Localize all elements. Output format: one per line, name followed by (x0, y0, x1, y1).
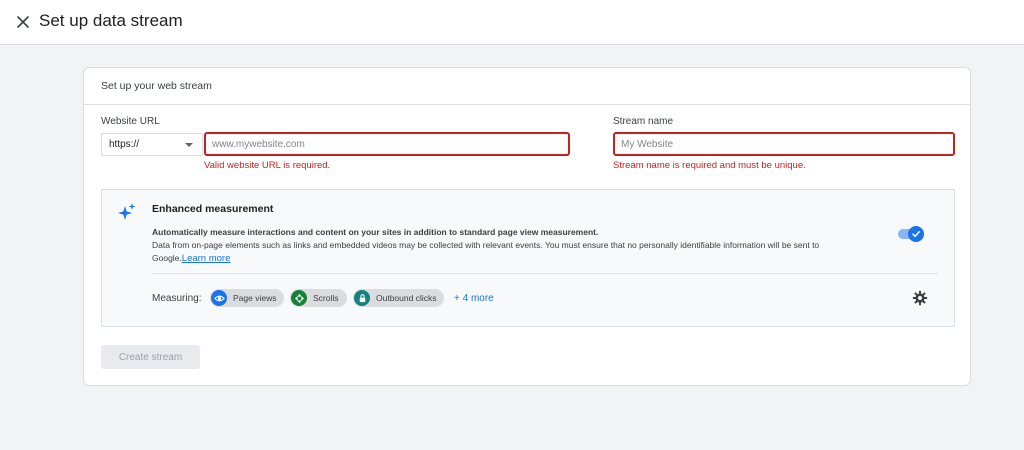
protocol-value: https:// (109, 139, 140, 150)
enhanced-measurement-panel: Enhanced measurement Automatically measu… (101, 189, 955, 327)
toggle-thumb (908, 226, 924, 242)
create-stream-button[interactable]: Create stream (101, 345, 200, 369)
enhanced-measurement-toggle[interactable] (898, 226, 924, 242)
chip-outbound-clicks: Outbound clicks (353, 289, 445, 307)
close-icon (17, 16, 29, 28)
chip-label: Scrolls (313, 293, 339, 303)
lock-icon (354, 290, 370, 306)
enhanced-measurement-title: Enhanced measurement (152, 203, 274, 215)
card-title: Set up your web stream (84, 68, 970, 105)
stream-name-input[interactable] (613, 132, 955, 156)
chip-label: Outbound clicks (376, 293, 437, 303)
measuring-label: Measuring: (152, 293, 202, 304)
page-title: Set up data stream (39, 11, 183, 30)
website-url-label: Website URL (101, 116, 160, 127)
enhanced-measurement-description: Data from on-page elements such as links… (152, 239, 852, 265)
chip-scrolls: Scrolls (290, 289, 347, 307)
sparkle-icon (118, 203, 136, 220)
scroll-icon (291, 290, 307, 306)
web-stream-card: Set up your web stream Website URL https… (83, 67, 971, 386)
check-icon (912, 231, 920, 238)
stream-name-label: Stream name (613, 116, 674, 127)
divider (152, 273, 938, 274)
description-text: Data from on-page elements such as links… (152, 240, 820, 263)
chip-page-views: Page views (210, 289, 285, 307)
top-bar: Set up data stream (0, 0, 1024, 45)
protocol-select[interactable]: https:// (101, 133, 203, 156)
chevron-down-icon (185, 143, 193, 147)
enhanced-measurement-summary: Automatically measure interactions and c… (152, 227, 599, 237)
chip-label: Page views (233, 293, 277, 303)
learn-more-link[interactable]: Learn more (182, 253, 231, 264)
website-url-error: Valid website URL is required. (204, 160, 331, 171)
website-url-input[interactable] (204, 132, 570, 156)
eye-icon (211, 290, 227, 306)
more-link[interactable]: + 4 more (454, 293, 494, 304)
gear-icon[interactable] (912, 290, 928, 306)
stream-name-error: Stream name is required and must be uniq… (613, 160, 806, 171)
close-button[interactable] (13, 12, 33, 32)
